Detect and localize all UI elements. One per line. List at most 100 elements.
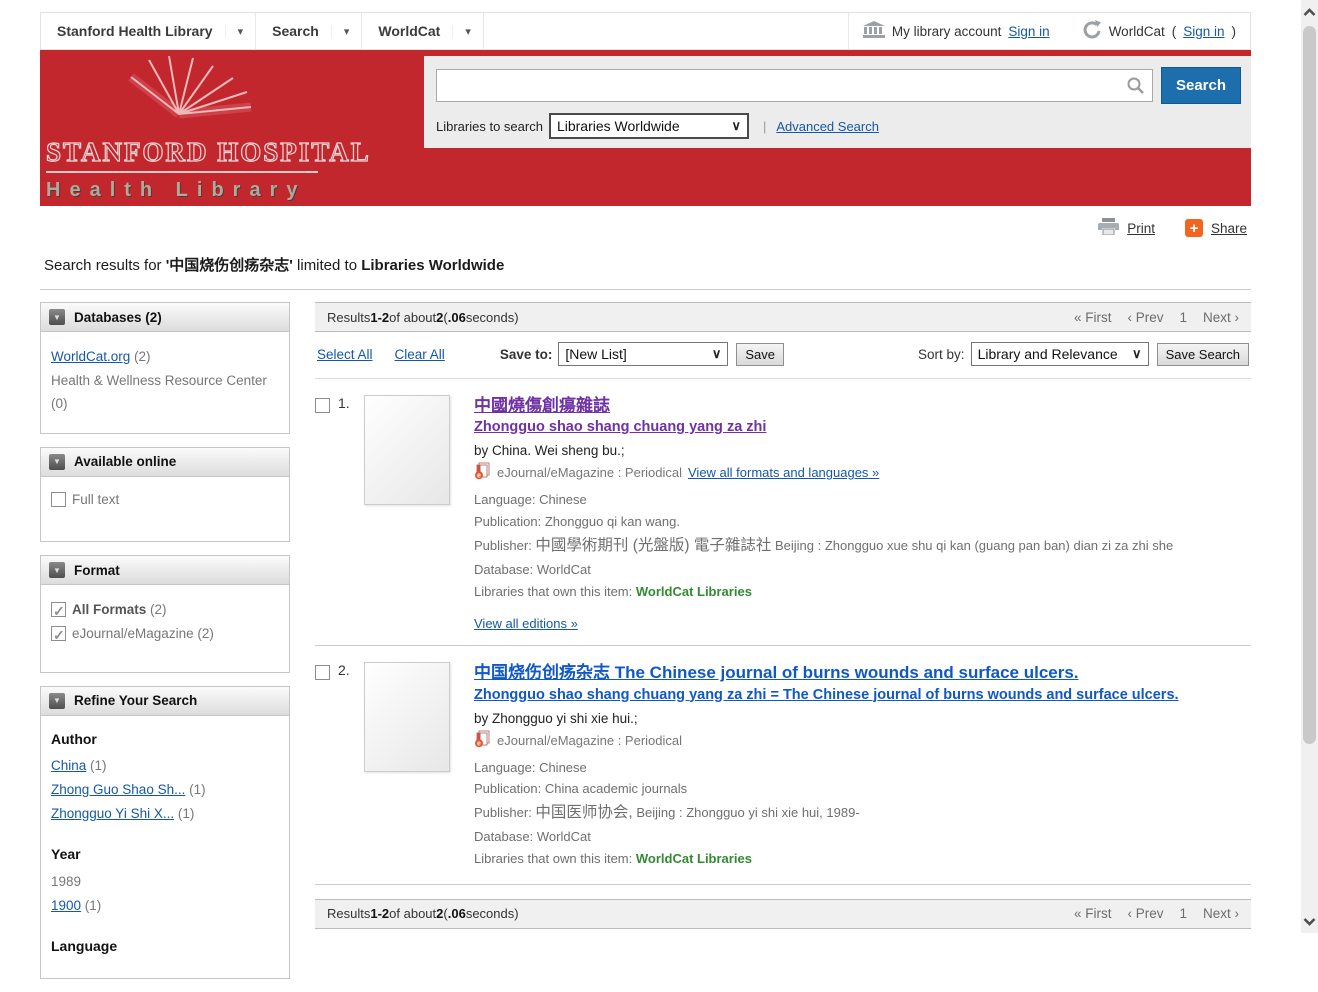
author-zhongguoshao-link[interactable]: Zhong Guo Shao Sh... (51, 782, 185, 797)
result-2-publisher-label: Publisher: (474, 805, 535, 820)
menu-search[interactable]: Search ▾ (256, 13, 362, 49)
result-2-thumbnail[interactable] (364, 662, 450, 772)
result-2-worldcat-libraries-link[interactable]: WorldCat Libraries (636, 851, 752, 866)
save-to-select[interactable]: [New List] ∨ (558, 342, 728, 366)
full-text-label: Full text (72, 492, 119, 507)
year-1900-link[interactable]: 1900 (51, 898, 81, 913)
results-count-prefix: Results (327, 906, 370, 921)
result-1-worldcat-libraries-link[interactable]: WorldCat Libraries (636, 584, 752, 599)
result-2-number: 2. (338, 662, 364, 869)
select-all-link[interactable]: Select All (317, 347, 373, 362)
print-link[interactable]: Print (1127, 221, 1155, 236)
sort-by-value: Library and Relevance (978, 346, 1118, 362)
svg-text:e: e (477, 740, 481, 747)
share-plus-icon[interactable]: + (1185, 219, 1203, 237)
vertical-scrollbar[interactable] (1301, 0, 1318, 933)
collapse-icon[interactable]: ▼ (49, 309, 65, 325)
chevron-down-icon[interactable]: ▾ (225, 25, 256, 38)
result-2-format-type: eJournal/eMagazine : Periodical (497, 733, 682, 748)
result-1-checkbox[interactable] (315, 398, 330, 413)
pagination-top: « First ‹ Prev 1 Next › (1074, 310, 1239, 325)
result-1-view-formats-link[interactable]: View all formats and languages » (688, 465, 879, 480)
pagination-first[interactable]: « First (1074, 906, 1112, 921)
chevron-down-icon[interactable]: ▾ (331, 25, 362, 38)
libraries-scope-select[interactable]: Libraries Worldwide ∨ (549, 113, 749, 139)
search-input[interactable] (436, 69, 1153, 102)
pagination-first[interactable]: « First (1074, 310, 1112, 325)
collapse-icon[interactable]: ▼ (49, 454, 65, 470)
advanced-search-link[interactable]: Advanced Search (776, 119, 879, 134)
collapse-icon[interactable]: ▼ (49, 562, 65, 578)
share-link[interactable]: Share (1211, 221, 1247, 236)
result-row-2: 2. 中国烧伤创疡杂志 The Chinese journal of burns… (315, 646, 1251, 884)
author-china-link[interactable]: China (51, 758, 86, 773)
pagination-next[interactable]: Next › (1203, 906, 1239, 921)
author-zhongguoyishi-link[interactable]: Zhongguo Yi Shi X... (51, 806, 174, 821)
year-1989: 1989 (51, 871, 279, 893)
menu-search-label[interactable]: Search (256, 23, 331, 39)
libraries-scope-value: Libraries Worldwide (557, 118, 680, 134)
ejournal-checkbox[interactable] (51, 626, 66, 641)
result-1-view-editions-link[interactable]: View all editions » (474, 616, 578, 631)
pagination-next[interactable]: Next › (1203, 310, 1239, 325)
library-sign-in-link[interactable]: Sign in (1008, 24, 1049, 39)
result-2-author: by Zhongguo yi shi xie hui.; (474, 711, 1251, 726)
results-bar-top: Results 1-2 of about 2 (.06 seconds) « F… (315, 302, 1251, 332)
facet-hw-resource-center: Health & Wellness Resource Center (0) (51, 370, 279, 415)
scrollbar-thumb[interactable] (1303, 26, 1316, 744)
save-button[interactable]: Save (736, 343, 784, 366)
collapse-icon[interactable]: ▼ (49, 693, 65, 709)
facet-worldcat-org-link[interactable]: WorldCat.org (51, 349, 130, 364)
worldcat-label: WorldCat (1109, 24, 1165, 39)
result-1-publisher-rest: Beijing : Zhongguo xue shu qi kan (guang… (771, 538, 1173, 553)
search-icon[interactable] (1126, 76, 1145, 100)
results-range: 1-2 (370, 906, 389, 921)
results-of-about: of about (389, 906, 436, 921)
menu-stanford-health-library-label[interactable]: Stanford Health Library (41, 23, 225, 39)
results-heading-query: '中国烧伤创疡杂志' (166, 257, 293, 274)
logo-divider (46, 171, 318, 173)
menu-stanford-health-library[interactable]: Stanford Health Library ▾ (41, 13, 256, 49)
result-2-database: Database: WorldCat (474, 826, 1251, 848)
scroll-up-icon[interactable] (1301, 2, 1318, 22)
sort-by-select[interactable]: Library and Relevance ∨ (971, 342, 1149, 366)
scroll-down-icon[interactable] (1301, 911, 1318, 931)
printer-icon[interactable] (1098, 218, 1119, 238)
chevron-down-icon[interactable]: ▾ (452, 25, 483, 38)
save-search-button[interactable]: Save Search (1157, 343, 1249, 366)
result-2-libraries-label: Libraries that own this item: (474, 851, 636, 866)
author-heading: Author (51, 728, 279, 751)
chevron-down-icon: ∨ (712, 346, 722, 362)
author-china-count: (1) (86, 758, 106, 773)
facet-format-title: Format (74, 563, 120, 578)
book-logo-icon (101, 52, 301, 137)
all-formats-checkbox[interactable] (51, 602, 66, 617)
result-1-format-type: eJournal/eMagazine : Periodical (497, 465, 682, 480)
page: Stanford Health Library ▾ Search ▾ World… (40, 0, 1251, 992)
result-1-subtitle-link[interactable]: Zhongguo shao shang chuang yang za zhi (474, 419, 766, 435)
result-2-language: Language: Chinese (474, 757, 1251, 779)
result-2-checkbox[interactable] (315, 665, 330, 680)
results-of-about: of about (389, 310, 436, 325)
result-1-thumbnail[interactable] (364, 395, 450, 505)
facet-databases-title: Databases (2) (74, 310, 162, 325)
menu-worldcat[interactable]: WorldCat ▾ (362, 13, 484, 49)
full-text-checkbox[interactable] (51, 492, 66, 507)
worldcat-sign-in-link[interactable]: Sign in (1183, 24, 1224, 39)
clear-all-link[interactable]: Clear All (395, 347, 445, 362)
results-count-prefix: Results (327, 310, 370, 325)
pagination-page-1[interactable]: 1 (1179, 310, 1187, 325)
pagination-page-1[interactable]: 1 (1179, 906, 1187, 921)
results-heading: Search results for '中国烧伤创疡杂志' limited to… (40, 248, 1251, 290)
menu-worldcat-label[interactable]: WorldCat (362, 23, 452, 39)
result-1-language: Language: Chinese (474, 489, 1251, 511)
result-2-title-link[interactable]: 中国烧伤创疡杂志 The Chinese journal of burns wo… (474, 663, 1079, 682)
pagination-prev[interactable]: ‹ Prev (1127, 310, 1163, 325)
search-button[interactable]: Search (1161, 67, 1241, 104)
all-formats-count: (2) (146, 602, 166, 617)
result-1-title-link[interactable]: 中國燒傷創瘍雜誌 (474, 396, 610, 415)
pagination-prev[interactable]: ‹ Prev (1127, 906, 1163, 921)
all-formats-label: All Formats (72, 602, 146, 617)
stanford-hospital-logo: STANFORD HOSPITAL Health Library (46, 52, 376, 202)
result-2-subtitle-link[interactable]: Zhongguo shao shang chuang yang za zhi =… (474, 687, 1179, 703)
